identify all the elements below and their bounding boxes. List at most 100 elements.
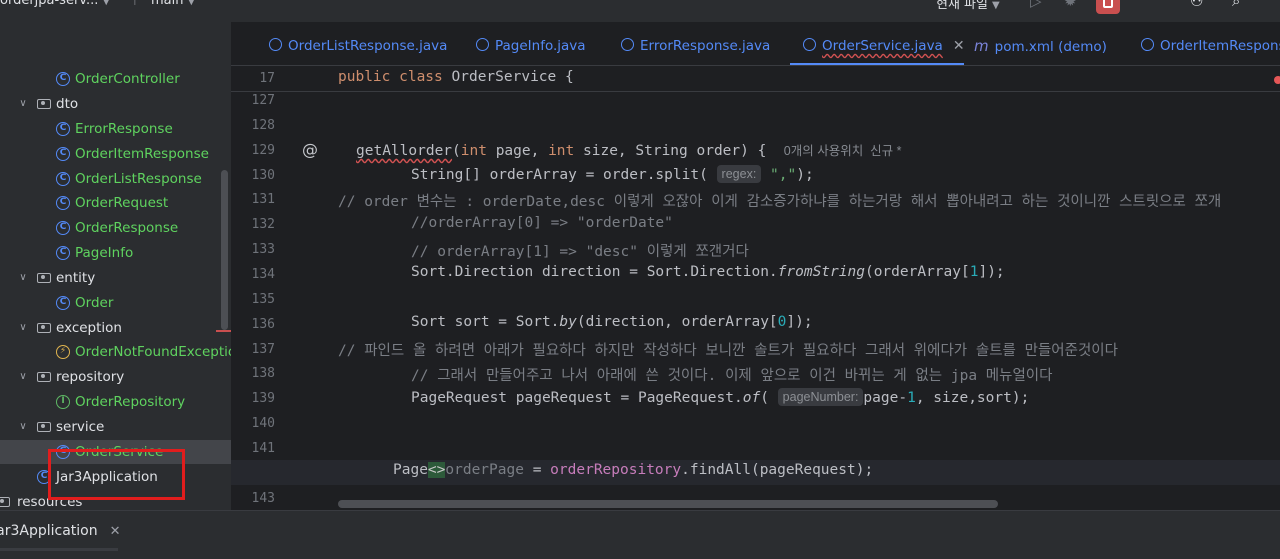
line-number: 137 (251, 341, 275, 357)
tree-item-label: OrderRequest (75, 195, 169, 211)
param-hint: pageNumber: (777, 388, 864, 406)
editor-tab-orderitemresponse[interactable]: OrderItemResponse (1141, 36, 1280, 58)
code-line: public class OrderService { (338, 69, 574, 85)
project-selector[interactable]: orderjpa-serv... ▼ (0, 0, 110, 8)
code-line-137: // 파인드 올 하려면 아래가 필요하다 하지만 작성하다 보니깐 솔트가 필… (338, 343, 1118, 359)
add-user-icon[interactable]: ⚇ (1190, 0, 1203, 10)
editor-tab-orderlistresponse[interactable]: OrderListResponse.java (269, 36, 447, 58)
code-line-139: PageRequest pageRequest = PageRequest.of… (411, 388, 1030, 406)
close-icon[interactable]: ✕ (110, 524, 121, 539)
tree-item-orderrepository[interactable]: I OrderRepository (0, 390, 231, 414)
interface-icon: I (56, 395, 70, 409)
chevron-down-icon: ▼ (991, 0, 1000, 11)
usage-hint[interactable]: 0개의 사용위치 신규 * (784, 144, 902, 158)
main-toolbar: orderjpa-serv... ▼ ᛘ main ▼ 현재 파일 ▼ ▷ ✹ ⚇ ⌕ (0, 0, 1280, 22)
code-line-138: // 그래서 만들어주고 나서 아래에 쓴 것이다. 이제 앞으로 이건 바뀌는… (411, 368, 1053, 384)
tree-item-ordercontroller[interactable]: C OrderController (0, 67, 231, 91)
line-number: 128 (251, 117, 275, 133)
error-marker (216, 330, 231, 332)
tree-item-repository[interactable]: ∨ repository (0, 365, 231, 389)
tree-item-orderitemresponse[interactable]: C OrderItemResponse (0, 142, 231, 166)
tree-item-order[interactable]: C Order (0, 291, 231, 315)
expand-arrow-icon[interactable]: ∨ (17, 365, 29, 389)
close-icon[interactable]: ✕ (953, 38, 965, 54)
tree-item-ordernotfoundexception[interactable]: ⚡ OrderNotFoundException (0, 340, 231, 364)
editor-tab-pom[interactable]: m pom.xml (demo) (974, 36, 1107, 58)
class-icon: C (56, 296, 70, 310)
class-icon (1141, 38, 1154, 51)
code-line-142: Page<>orderPage = orderRepository.findAl… (393, 462, 874, 478)
expand-arrow-icon[interactable]: ∨ (17, 92, 29, 116)
tree-item-entity[interactable]: ∨ entity (0, 266, 231, 290)
line-number: 135 (251, 291, 275, 307)
line-number: 139 (251, 391, 275, 407)
class-icon (269, 38, 282, 51)
tree-scrollbar[interactable] (221, 170, 228, 330)
expand-arrow-icon[interactable]: ∨ (17, 415, 29, 439)
class-icon: C (56, 246, 70, 260)
class-icon: C (56, 196, 70, 210)
tree-item-label: Order (75, 295, 114, 311)
class-icon: C (56, 221, 70, 235)
debug-icon[interactable]: ✹ (1064, 0, 1077, 10)
tab-label: OrderItemResponse (1160, 38, 1280, 54)
annotation-icon[interactable]: @ (302, 140, 318, 159)
tree-item-exception[interactable]: ∨ exception (0, 316, 231, 340)
line-number: 17 (259, 71, 275, 86)
selection-highlight-box (48, 449, 185, 500)
sticky-header[interactable]: 17 public class OrderService { (231, 66, 1280, 92)
tree-item-orderrequest[interactable]: C OrderRequest (0, 191, 231, 215)
run-tool-window-bar: Jar3Application ✕ (0, 510, 1280, 559)
tree-item-orderlistresponse[interactable]: C OrderListResponse (0, 167, 231, 191)
expand-arrow-icon[interactable]: ∨ (17, 316, 29, 340)
tab-label: OrderService.java (822, 38, 943, 54)
param-hint: regex: (716, 165, 762, 183)
tree-item-orderresponse[interactable]: C OrderResponse (0, 216, 231, 240)
branch-selector[interactable]: main ▼ (151, 0, 195, 8)
package-icon (37, 99, 51, 109)
package-icon (37, 273, 51, 283)
tree-item-service[interactable]: ∨ service (0, 415, 231, 439)
class-icon (476, 38, 489, 51)
line-number: 140 (251, 416, 275, 432)
package-icon (37, 323, 51, 333)
tree-item-label: service (56, 419, 105, 435)
tree-item-label: exception (56, 320, 122, 336)
editor-tab-orderservice[interactable]: OrderService.java ✕ (803, 36, 965, 58)
code-line-134: Sort.Direction direction = Sort.Directio… (411, 264, 1005, 280)
code-line-129: getAllorder(int page, int size, String o… (356, 143, 902, 159)
line-number: 143 (251, 490, 275, 506)
editor-tab-errorresponse[interactable]: ErrorResponse.java (621, 36, 770, 58)
package-icon (37, 422, 51, 432)
class-icon: C (56, 172, 70, 186)
class-icon: C (56, 72, 70, 86)
search-icon[interactable]: ⌕ (1232, 0, 1240, 10)
expand-arrow-icon[interactable]: ∨ (17, 266, 29, 290)
editor-tab-pageinfo[interactable]: PageInfo.java (476, 36, 586, 58)
tree-item-label: OrderRepository (75, 394, 186, 410)
line-number: 133 (251, 242, 275, 258)
tree-item-label: ErrorResponse (75, 121, 173, 137)
tree-item-label: entity (56, 270, 96, 286)
editor-horizontal-scrollbar[interactable] (338, 500, 998, 508)
error-indicator-icon[interactable] (1274, 76, 1280, 84)
tree-item-errorresponse[interactable]: C ErrorResponse (0, 117, 231, 141)
tab-label: ErrorResponse.java (640, 38, 771, 54)
tree-item-label: OrderNotFoundException (75, 344, 231, 360)
tree-item-label: repository (56, 369, 125, 385)
stop-button[interactable] (1096, 0, 1120, 14)
chevron-down-icon: ▼ (102, 0, 111, 7)
tab-label: PageInfo.java (495, 38, 586, 54)
package-icon (37, 372, 51, 382)
run-config-selector[interactable]: 현재 파일 ▼ (936, 0, 1000, 12)
tree-item-pageinfo[interactable]: C PageInfo (0, 241, 231, 265)
tree-item-label: PageInfo (75, 245, 134, 261)
run-icon[interactable]: ▷ (1030, 0, 1042, 10)
line-number: 136 (251, 316, 275, 332)
run-tab[interactable]: Jar3Application ✕ (0, 523, 121, 539)
tab-label: pom.xml (demo) (994, 39, 1107, 55)
branch-icon: ᛘ (131, 0, 139, 8)
run-tab-indicator (0, 548, 118, 551)
tree-item-dto[interactable]: ∨ dto (0, 92, 231, 116)
code-editor[interactable]: 17 public class OrderService { 127 128 129… (231, 66, 1280, 510)
